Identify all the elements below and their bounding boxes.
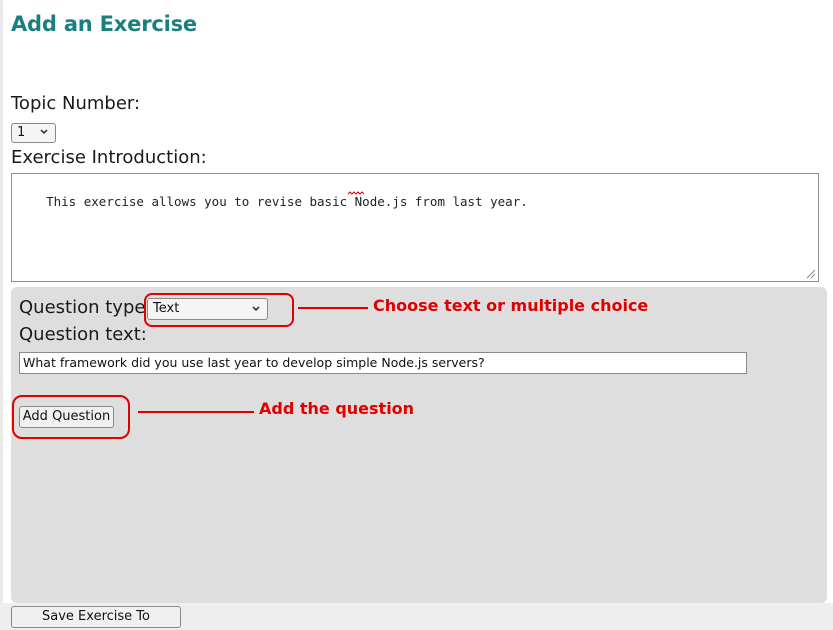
left-border (0, 0, 3, 630)
spellcheck-underline (348, 191, 364, 195)
add-question-highlight (12, 395, 130, 439)
question-type-callout-line (298, 307, 368, 309)
page-title: Add an Exercise (11, 12, 197, 36)
exercise-intro-text: This exercise allows you to revise basic… (46, 194, 528, 209)
question-type-highlight (144, 293, 294, 327)
topic-number-label: Topic Number: (11, 93, 141, 114)
add-question-callout-text: Add the question (259, 399, 415, 418)
topic-number-value: 1 (17, 125, 26, 140)
page: Add an Exercise Topic Number: 1 Exercise… (0, 0, 833, 630)
exercise-intro-label: Exercise Introduction: (11, 147, 207, 168)
question-text-label: Question text: (19, 324, 147, 345)
chevron-down-icon (40, 129, 48, 135)
question-type-label: Question type (19, 297, 146, 318)
resize-grip-icon[interactable] (806, 269, 816, 279)
exercise-intro-textarea[interactable]: This exercise allows you to revise basic… (11, 173, 819, 282)
topic-number-select[interactable]: 1 (11, 123, 56, 143)
question-type-callout-text: Choose text or multiple choice (373, 296, 649, 315)
add-question-callout-line (138, 411, 254, 413)
question-text-input[interactable]: What framework did you use last year to … (19, 352, 747, 374)
save-exercise-button[interactable]: Save Exercise To Database (11, 606, 181, 630)
question-text-value: What framework did you use last year to … (23, 355, 485, 370)
